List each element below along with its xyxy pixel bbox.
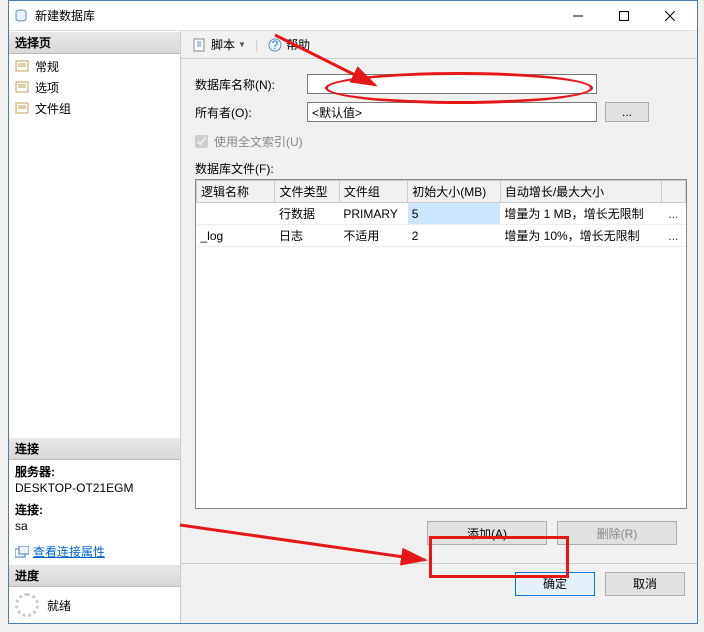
maximize-button[interactable]: [601, 1, 647, 31]
owner-input[interactable]: [307, 102, 597, 122]
fulltext-label: 使用全文索引(U): [214, 133, 303, 150]
view-connection-link[interactable]: 查看连接属性: [33, 544, 105, 560]
dialog-footer: 确定 取消: [181, 563, 697, 603]
db-icon: [13, 8, 29, 24]
files-table[interactable]: 逻辑名称 文件类型 文件组 初始大小(MB) 自动增长/最大大小 行数据PRIM…: [195, 179, 687, 509]
nav-label: 常规: [35, 58, 59, 75]
progress-value: 就绪: [47, 597, 71, 614]
link-icon: [15, 546, 29, 558]
nav-general[interactable]: 常规: [9, 56, 180, 77]
col-growth[interactable]: 自动增长/最大大小: [500, 181, 661, 203]
dropdown-arrow-icon: ▼: [238, 40, 246, 49]
svg-text:?: ?: [272, 38, 279, 52]
progress-block: 就绪: [9, 587, 180, 623]
select-page-header: 选择页: [9, 31, 180, 54]
col-type[interactable]: 文件类型: [275, 181, 339, 203]
sidebar: 选择页 常规 选项 文件组 连接 服务器: DESKTOP-OT: [9, 31, 181, 623]
minimize-button[interactable]: [555, 1, 601, 31]
ok-button[interactable]: 确定: [515, 572, 595, 596]
page-icon: [15, 81, 31, 95]
nav-filegroups[interactable]: 文件组: [9, 98, 180, 119]
conn-label: 连接:: [15, 502, 174, 518]
col-action[interactable]: [661, 181, 685, 203]
connection-header: 连接: [9, 437, 180, 460]
dialog-window: 新建数据库 选择页 常规 选项 文件组 连接: [8, 0, 698, 624]
progress-header: 进度: [9, 564, 180, 587]
dbname-input[interactable]: [307, 74, 597, 94]
connection-info: 服务器: DESKTOP-OT21EGM 连接: sa 查看连接属性: [9, 460, 180, 564]
dbname-label: 数据库名称(N):: [195, 76, 307, 93]
page-icon: [15, 102, 31, 116]
script-icon: [192, 37, 208, 53]
owner-label: 所有者(O):: [195, 104, 307, 121]
help-button[interactable]: ? 帮助: [262, 33, 315, 56]
titlebar: 新建数据库: [9, 1, 697, 31]
col-name[interactable]: 逻辑名称: [197, 181, 275, 203]
help-icon: ?: [267, 37, 283, 53]
conn-value: sa: [15, 518, 174, 534]
fulltext-checkbox: [195, 135, 208, 148]
files-label: 数据库文件(F):: [195, 160, 687, 177]
table-row[interactable]: 行数据PRIMARY5增量为 1 MB，增长无限制...: [197, 203, 686, 225]
table-row[interactable]: _log日志不适用2增量为 10%，增长无限制...: [197, 225, 686, 247]
remove-button: 删除(R): [557, 521, 677, 545]
window-title: 新建数据库: [35, 7, 555, 24]
main-panel: 脚本 ▼ | ? 帮助 数据库名称(N): 所有者(O): ...: [181, 31, 697, 623]
nav-label: 选项: [35, 79, 59, 96]
add-button[interactable]: 添加(A): [427, 521, 547, 545]
nav-label: 文件组: [35, 100, 71, 117]
page-icon: [15, 60, 31, 74]
progress-spinner-icon: [15, 593, 39, 617]
server-value: DESKTOP-OT21EGM: [15, 480, 174, 496]
nav-options[interactable]: 选项: [9, 77, 180, 98]
cancel-button[interactable]: 取消: [605, 572, 685, 596]
col-size[interactable]: 初始大小(MB): [408, 181, 501, 203]
close-button[interactable]: [647, 1, 693, 31]
script-button[interactable]: 脚本 ▼: [187, 33, 251, 56]
owner-browse-button[interactable]: ...: [605, 102, 649, 122]
toolbar: 脚本 ▼ | ? 帮助: [181, 31, 697, 59]
server-label: 服务器:: [15, 464, 174, 480]
col-group[interactable]: 文件组: [339, 181, 407, 203]
